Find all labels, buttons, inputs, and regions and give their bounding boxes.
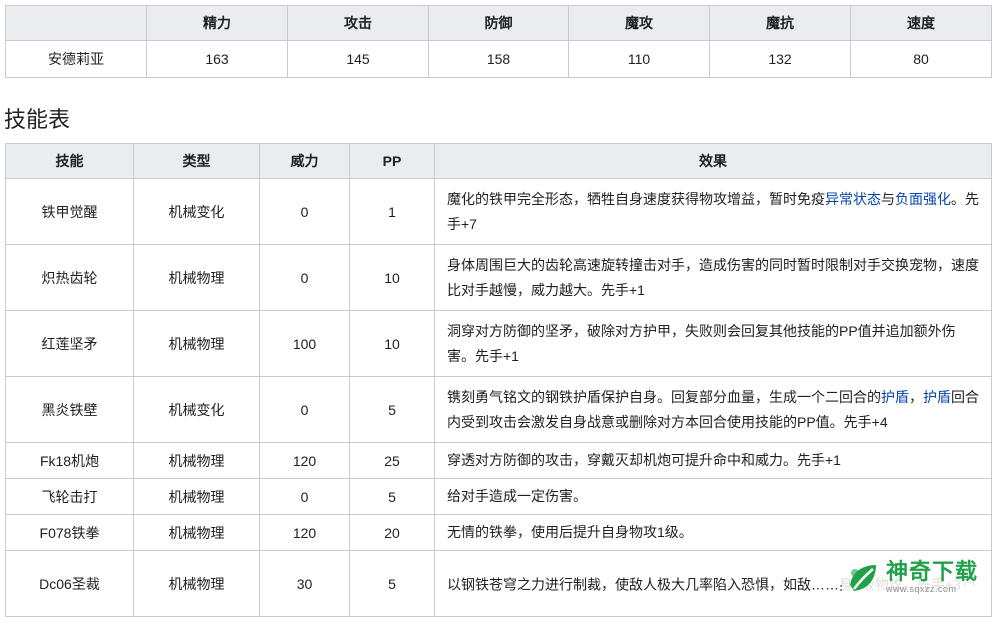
- stats-cell: 132: [709, 40, 851, 78]
- skill-name-cell: 飞轮击打: [5, 478, 134, 515]
- stats-cell: 163: [146, 40, 288, 78]
- skill-power-cell: 0: [259, 244, 350, 311]
- skill-type-cell: 机械物理: [133, 550, 260, 617]
- skill-name-cell: 炽热齿轮: [5, 244, 134, 311]
- effect-link[interactable]: 护盾: [923, 389, 951, 405]
- effect-text: 镌刻勇气铭文的钢铁护盾保护自身。回复部分血量，生成一个二回合的: [447, 388, 881, 405]
- leaf-logo-icon: [846, 561, 880, 595]
- skill-row: 飞轮击打 机械物理 0 5 给对手造成一定伤害。: [5, 478, 992, 515]
- skill-type-cell: 机械物理: [133, 244, 260, 311]
- stats-cell: 80: [850, 40, 992, 78]
- skill-effect-cell: 无情的铁拳，使用后提升自身物攻1级。: [434, 514, 992, 551]
- stats-table: 精力 攻击 防御 魔攻 魔抗 速度 安德莉亚 163 145 158 110 1…: [5, 5, 992, 78]
- stats-header-cell: 攻击: [287, 5, 429, 41]
- skill-pp-cell: 10: [349, 244, 435, 311]
- skill-name-cell: 黑炎铁壁: [5, 376, 134, 443]
- stats-cell: 145: [287, 40, 429, 78]
- stats-header-row: 精力 攻击 防御 魔攻 魔抗 速度: [5, 5, 992, 41]
- skill-power-cell: 100: [259, 310, 350, 377]
- stats-header-cell: [5, 5, 147, 41]
- effect-text: 洞穿对方防御的坚矛，破除对方护甲，失败则会回复其他技能的PP值并追加额外伤害。先…: [447, 322, 956, 364]
- skill-type-cell: 机械物理: [133, 310, 260, 377]
- section-heading: 技能表: [4, 107, 71, 132]
- skill-name-cell: 铁甲觉醒: [5, 178, 134, 245]
- skills-header-cell: 威力: [259, 143, 350, 179]
- stats-header-cell: 魔攻: [568, 5, 710, 41]
- skill-effect-cell: 身体周围巨大的齿轮高速旋转撞击对手，造成伤害的同时暂时限制对手交换宠物，速度比对…: [434, 244, 992, 311]
- skill-row: Fk18机炮 机械物理 120 25 穿透对方防御的攻击，穿戴灭却机炮可提升命中和威力。…: [5, 442, 992, 479]
- skills-header-cell: 效果: [434, 143, 992, 179]
- skill-pp-cell: 1: [349, 178, 435, 245]
- skill-row: 炽热齿轮 机械物理 0 10 身体周围巨大的齿轮高速旋转撞击对手，造成伤害的同时暂时限制…: [5, 244, 992, 311]
- stats-cell: 110: [568, 40, 710, 78]
- skill-name-cell: 红莲坚矛: [5, 310, 134, 377]
- skill-row: 红莲坚矛 机械物理 100 10 洞穿对方防御的坚矛，破除对方护甲，失败则会回复其他技能…: [5, 310, 992, 377]
- effect-text: 穿透对方防御的攻击，穿戴灭却机炮可提升命中和威力。先手+1: [447, 452, 841, 468]
- skill-power-cell: 0: [259, 178, 350, 245]
- effect-text: ，: [909, 388, 923, 405]
- stats-header-cell: 速度: [850, 5, 992, 41]
- skills-header-cell: 技能: [5, 143, 134, 179]
- skill-pp-cell: 5: [349, 478, 435, 515]
- skill-pp-cell: 10: [349, 310, 435, 377]
- skill-effect-cell: 给对手造成一定伤害。: [434, 478, 992, 515]
- skill-name-cell: F078铁拳: [5, 514, 134, 551]
- effect-text: 无情的铁拳，使用后提升自身物攻1级。: [447, 524, 693, 540]
- skill-type-cell: 机械变化: [133, 376, 260, 443]
- watermark-brand: 神奇下载: [885, 559, 978, 584]
- skill-effect-cell: 镌刻勇气铭文的钢铁护盾保护自身。回复部分血量，生成一个二回合的护盾，护盾回合内受…: [434, 376, 992, 443]
- watermark-url: www.sqxzz.com: [885, 584, 957, 594]
- stats-cell: 158: [428, 40, 569, 78]
- skill-type-cell: 机械物理: [133, 478, 260, 515]
- stats-header-cell: 魔抗: [709, 5, 851, 41]
- skills-header-cell: 类型: [133, 143, 260, 179]
- skill-name-cell: Dc06圣裁: [5, 550, 134, 617]
- skill-row: 铁甲觉醒 机械变化 0 1 魔化的铁甲完全形态，牺牲自身速度获得物攻增益，暂时免疫异常状…: [5, 178, 992, 245]
- skill-type-cell: 机械物理: [133, 514, 260, 551]
- skill-row: F078铁拳 机械物理 120 20 无情的铁拳，使用后提升自身物攻1级。: [5, 514, 992, 551]
- skills-body: 铁甲觉醒 机械变化 0 1 魔化的铁甲完全形态，牺牲自身速度获得物攻增益，暂时免疫异常状…: [5, 178, 992, 617]
- skill-pp-cell: 25: [349, 442, 435, 479]
- skills-header-cell: PP: [349, 143, 435, 179]
- skill-power-cell: 0: [259, 376, 350, 443]
- watermark: 神奇下载 www.sqxzz.com: [841, 558, 984, 597]
- effect-text: 身体周围巨大的齿轮高速旋转撞击对手，造成伤害的同时暂时限制对手交换宠物，速度比对…: [447, 256, 979, 298]
- effect-link[interactable]: 异常状态: [825, 191, 881, 207]
- effect-text: 魔化的铁甲完全形态，牺牲自身速度获得物攻增益，暂时免疫: [447, 190, 825, 207]
- skill-pp-cell: 5: [349, 376, 435, 443]
- stats-header-cell: 防御: [428, 5, 569, 41]
- effect-link[interactable]: 护盾: [881, 389, 909, 405]
- skills-table: 技能 类型 威力 PP 效果 铁甲觉醒 机械变化 0 1 魔化的铁甲完全形态，牺牲自身速…: [5, 143, 992, 617]
- skill-power-cell: 0: [259, 478, 350, 515]
- skill-power-cell: 30: [259, 550, 350, 617]
- skill-pp-cell: 20: [349, 514, 435, 551]
- skill-effect-cell: 魔化的铁甲完全形态，牺牲自身速度获得物攻增益，暂时免疫异常状态与负面强化。先手+…: [434, 178, 992, 245]
- skill-row: 黑炎铁壁 机械变化 0 5 镌刻勇气铭文的钢铁护盾保护自身。回复部分血量，生成一个二回合…: [5, 376, 992, 443]
- effect-text: 给对手造成一定伤害。: [447, 488, 587, 504]
- skill-pp-cell: 5: [349, 550, 435, 617]
- stats-header-cell: 精力: [146, 5, 288, 41]
- skill-type-cell: 机械变化: [133, 178, 260, 245]
- skill-power-cell: 120: [259, 514, 350, 551]
- stats-row: 安德莉亚 163 145 158 110 132 80: [5, 40, 992, 78]
- stats-cell: 安德莉亚: [5, 40, 147, 78]
- effect-text: 与: [881, 190, 895, 207]
- skill-name-cell: Fk18机炮: [5, 442, 134, 479]
- skill-type-cell: 机械物理: [133, 442, 260, 479]
- skill-effect-cell: 洞穿对方防御的坚矛，破除对方护甲，失败则会回复其他技能的PP值并追加额外伤害。先…: [434, 310, 992, 377]
- skill-effect-cell: 穿透对方防御的攻击，穿戴灭却机炮可提升命中和威力。先手+1: [434, 442, 992, 479]
- skill-power-cell: 120: [259, 442, 350, 479]
- skills-header-row: 技能 类型 威力 PP 效果: [5, 143, 992, 179]
- effect-link[interactable]: 负面强化: [895, 191, 951, 207]
